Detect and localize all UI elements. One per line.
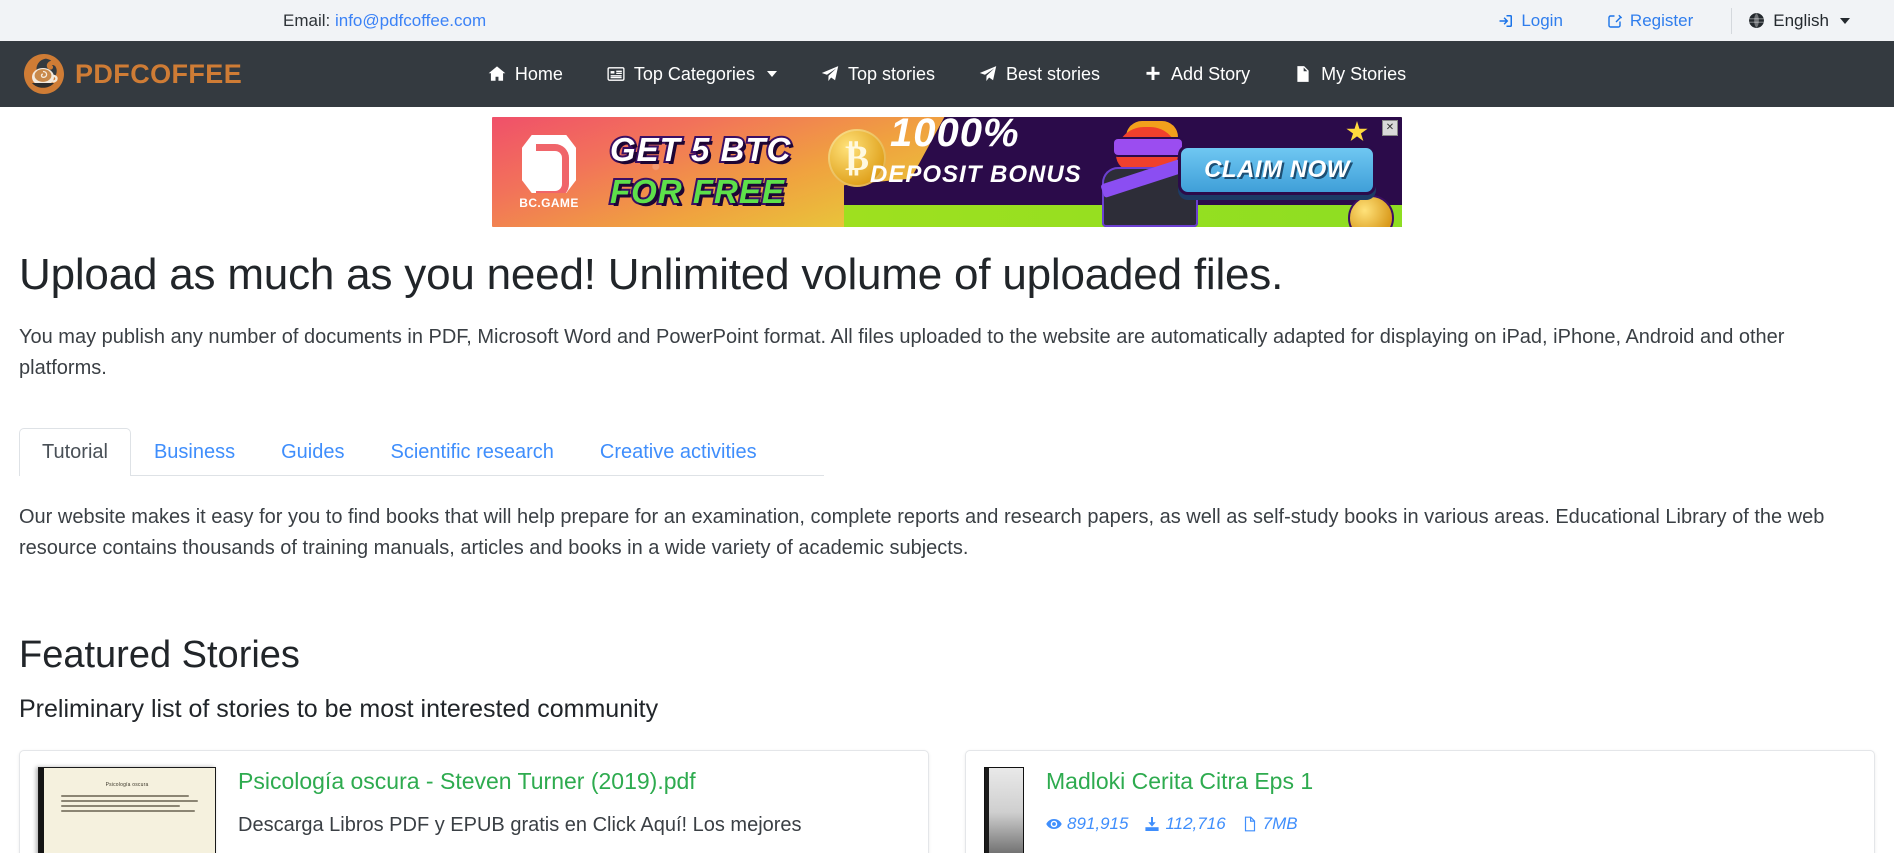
story-actions: Read more: [1688, 767, 1856, 853]
nav-label: Home: [514, 63, 563, 84]
featured-stories-subheading: Preliminary list of stories to be most i…: [19, 695, 659, 723]
email-label: Email:: [283, 10, 331, 30]
plus-icon: [1144, 65, 1162, 83]
tab-creative-activities[interactable]: Creative activities: [577, 428, 780, 476]
ad-banner[interactable]: BC.GAME GET 5 BTC FOR FREE ₿ 1000% DEPOS…: [492, 117, 1402, 227]
list-item[interactable]: Madloki Cerita Citra Eps 1 891,915 112,7…: [965, 750, 1875, 853]
story-title-link[interactable]: Madloki Cerita Citra Eps 1: [1046, 767, 1666, 796]
nav-label: My Stories: [1321, 63, 1407, 84]
top-utility-bar: Email: info@pdfcoffee.com Login Register: [0, 0, 1894, 41]
tab-tutorial[interactable]: Tutorial: [19, 428, 131, 476]
story-thumbnail[interactable]: [984, 767, 1024, 853]
nav-label: Best stories: [1006, 63, 1101, 84]
ad-percent: 1000%: [890, 117, 1020, 155]
download-icon: [1144, 816, 1160, 832]
divider: [1731, 7, 1733, 34]
tab-guides[interactable]: Guides: [258, 428, 367, 476]
thumbnail-title: Psicología oscura: [105, 782, 149, 788]
chevron-down-icon: [1840, 17, 1850, 24]
file-icon: [1242, 816, 1258, 832]
nav-label: Add Story: [1171, 63, 1251, 84]
story-title-link[interactable]: Psicología oscura - Steven Turner (2019)…: [238, 767, 910, 796]
register-label: Register: [1629, 10, 1694, 30]
brand-text: PDFCOFFEE: [75, 58, 243, 89]
home-icon: [488, 65, 506, 83]
ad-bonus-text: DEPOSIT BONUS: [870, 161, 1082, 188]
bc-game-logo: BC.GAME: [510, 135, 588, 210]
featured-stories-list: Psicología oscura Psicología oscura - St…: [19, 750, 1875, 853]
tab-panel-text: Our website makes it easy for you to fin…: [19, 506, 1825, 559]
ad-headline-line1: GET 5 BTC: [608, 129, 792, 170]
story-body: Madloki Cerita Citra Eps 1 891,915 112,7…: [1046, 767, 1666, 853]
login-button[interactable]: Login: [1476, 11, 1585, 31]
downloads-stat: 112,716: [1144, 813, 1226, 834]
language-selector[interactable]: English: [1748, 11, 1854, 31]
page-content: Upload as much as you need! Unlimited vo…: [0, 247, 1894, 853]
page-title: Upload as much as you need! Unlimited vo…: [19, 250, 1284, 299]
globe-icon: [1748, 12, 1765, 29]
paper-plane-icon: [979, 65, 997, 83]
tab-scientific-research[interactable]: Scientific research: [367, 428, 576, 476]
edit-square-icon: [1607, 13, 1623, 29]
register-button[interactable]: Register: [1585, 11, 1715, 31]
nav-item-home[interactable]: Home: [466, 64, 585, 85]
views-stat: 891,915: [1046, 814, 1128, 834]
tab-business[interactable]: Business: [131, 428, 258, 476]
story-description: Descarga Libros PDF y EPUB gratis en Cli…: [238, 813, 802, 836]
story-thumbnail[interactable]: Psicología oscura: [38, 767, 216, 853]
language-label: English: [1773, 10, 1829, 30]
chevron-down-icon: [766, 71, 777, 77]
nav-item-top-categories[interactable]: Top Categories: [585, 64, 799, 85]
paper-plane-icon: [821, 65, 839, 83]
ad-claim-now-button[interactable]: CLAIM NOW: [1178, 145, 1376, 195]
eye-icon: [1046, 816, 1062, 832]
advertisement-region: BC.GAME GET 5 BTC FOR FREE ₿ 1000% DEPOS…: [0, 107, 1894, 235]
nav-item-add-story[interactable]: Add Story: [1122, 64, 1272, 85]
featured-stories-heading: Featured Stories: [19, 634, 300, 676]
coffee-cup-icon: [22, 52, 66, 96]
brand-logo[interactable]: PDFCOFFEE: [22, 52, 242, 96]
downloads-count: 112,716: [1165, 813, 1226, 833]
ad-brand-label: BC.GAME: [519, 196, 579, 210]
login-icon: [1498, 13, 1514, 29]
nav-item-best-stories[interactable]: Best stories: [957, 64, 1122, 85]
ad-headline-line2: FOR FREE: [608, 171, 786, 212]
nav-item-top-stories[interactable]: Top stories: [799, 64, 957, 85]
story-stats: 891,915 112,716 7MB: [1046, 814, 1666, 834]
file-icon: [1294, 65, 1312, 83]
nav-label: Top Categories: [633, 63, 755, 84]
ad-close-icon[interactable]: ✕: [1382, 120, 1398, 136]
contact-email: Email: info@pdfcoffee.com: [283, 11, 486, 31]
email-link[interactable]: info@pdfcoffee.com: [335, 11, 486, 30]
list-item[interactable]: Psicología oscura Psicología oscura - St…: [19, 750, 929, 853]
views-count: 891,915: [1067, 813, 1129, 833]
main-navbar: PDFCOFFEE Home Top Categories Top storie…: [0, 41, 1894, 107]
login-label: Login: [1521, 10, 1563, 30]
filesize-stat: 7MB: [1242, 814, 1298, 834]
hero-paragraph: You may publish any number of documents …: [19, 326, 1785, 379]
top-utility-actions: Login Register English: [1476, 7, 1854, 34]
primary-navigation: Home Top Categories Top stories Best sto…: [466, 64, 1428, 85]
nav-label: Top stories: [847, 63, 935, 84]
filesize-value: 7MB: [1262, 813, 1298, 833]
story-body: Psicología oscura - Steven Turner (2019)…: [238, 767, 910, 853]
list-icon: [607, 65, 625, 83]
nav-item-my-stories[interactable]: My Stories: [1272, 64, 1428, 85]
category-tabs: Tutorial Business Guides Scientific rese…: [19, 428, 824, 476]
